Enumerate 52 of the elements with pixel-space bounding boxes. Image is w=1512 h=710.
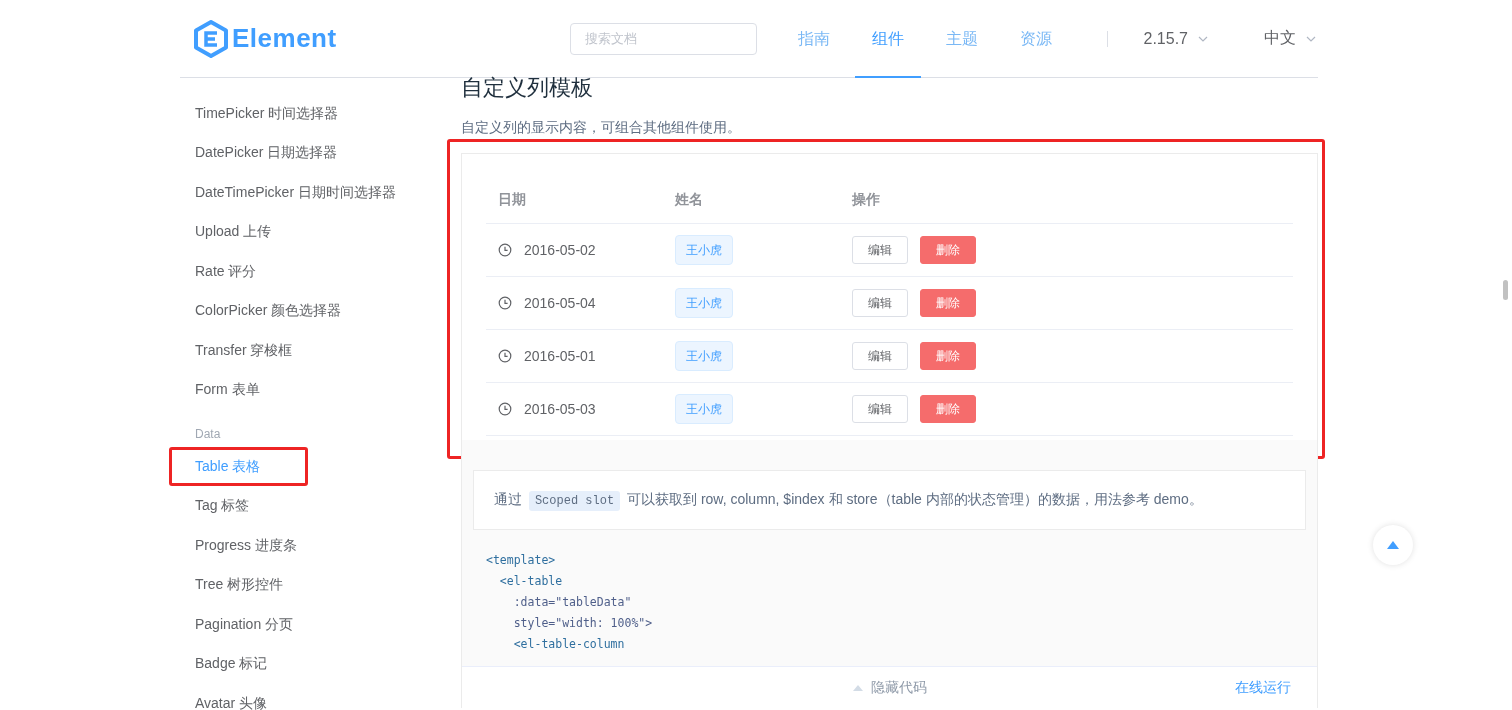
sidebar-item[interactable]: ColorPicker 颜色选择器 [195, 302, 342, 321]
column-header: 日期 [497, 190, 527, 209]
sidebar-item[interactable]: Tag 标签 [195, 497, 250, 516]
language-dropdown[interactable]: 中文 [1264, 28, 1316, 49]
edit-button[interactable]: 编辑 [852, 236, 908, 264]
sidebar-item[interactable]: Badge 标记 [195, 655, 268, 674]
sidebar-item[interactable]: Tree 树形控件 [195, 576, 284, 595]
section-description: 自定义列的显示内容，可组合其他组件使用。 [461, 119, 742, 137]
clock-icon [498, 243, 512, 257]
section-title: 自定义列模板 [461, 77, 594, 99]
date-text: 2016-05-02 [524, 242, 596, 258]
sidebar-item[interactable]: Rate 评分 [195, 262, 257, 281]
sidebar-item[interactable]: DateTimePicker 日期时间选择器 [195, 183, 396, 202]
logo-icon [194, 19, 228, 58]
sidebar-item[interactable]: TimePicker 时间选择器 [195, 104, 339, 123]
edit-button[interactable]: 编辑 [852, 342, 908, 370]
date-text: 2016-05-01 [524, 348, 596, 364]
sidebar-item[interactable]: Form 表单 [195, 381, 260, 400]
sidebar-group-heading: Data [195, 427, 222, 441]
clock-icon [498, 402, 512, 416]
clock-icon [498, 296, 512, 310]
sidebar-item[interactable]: Progress 进度条 [195, 536, 297, 555]
code-line: <template> [486, 552, 556, 569]
edit-button[interactable]: 编辑 [852, 395, 908, 423]
date-text: 2016-05-03 [524, 401, 596, 417]
name-tag: 王小虎 [675, 235, 733, 265]
note-text: 通过 Scoped slot 可以获取到 row, column, $index 和 store（table 内部的状态管理）的数据，用法参考 demo。 [494, 491, 1285, 509]
scrollbar-thumb[interactable] [1503, 280, 1508, 300]
sidebar-item[interactable]: Transfer 穿梭框 [195, 341, 293, 360]
edit-button[interactable]: 编辑 [852, 289, 908, 317]
clock-icon [498, 349, 512, 363]
search-field[interactable]: 搜索文档 [569, 22, 757, 55]
column-header: 操作 [851, 190, 881, 209]
code-line: <el-table-column [512, 636, 625, 653]
name-tag: 王小虎 [675, 341, 733, 371]
code-line: style="width: 100%"> [512, 615, 653, 632]
caret-up-icon [852, 685, 863, 691]
chevron-down-icon [1198, 35, 1208, 42]
back-to-top-button[interactable] [1373, 525, 1413, 565]
date-text: 2016-05-04 [524, 295, 596, 311]
chevron-down-icon [1306, 35, 1316, 42]
name-tag: 王小虎 [675, 394, 733, 424]
column-header: 姓名 [674, 190, 704, 209]
sidebar-item[interactable]: Avatar 头像 [195, 694, 268, 710]
sidebar-item[interactable]: Upload 上传 [195, 223, 272, 242]
code-line: <el-table [498, 573, 563, 590]
code-line: :data="tableData" [512, 594, 632, 611]
caret-up-icon [1387, 541, 1399, 549]
sidebar-item[interactable]: DatePicker 日期选择器 [195, 144, 338, 163]
name-tag: 王小虎 [675, 288, 733, 318]
version-dropdown[interactable]: 2.15.7 [1143, 29, 1208, 48]
sidebar-item[interactable]: Pagination 分页 [195, 615, 294, 634]
